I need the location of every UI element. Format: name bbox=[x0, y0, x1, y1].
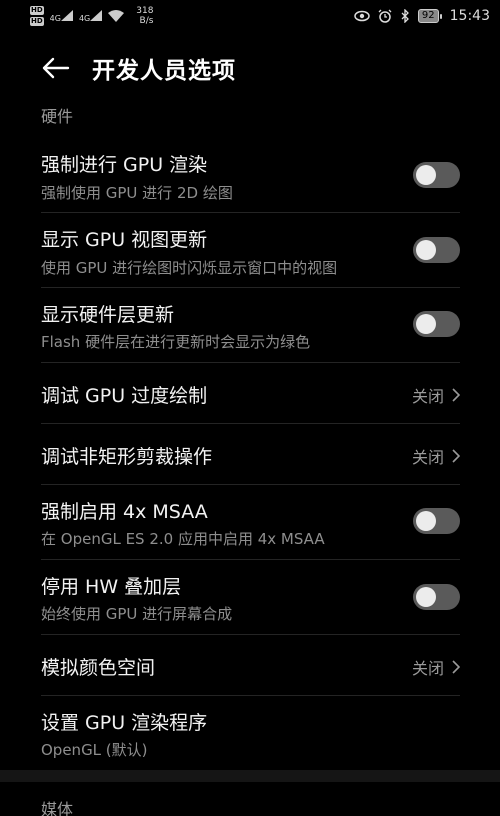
battery-level: 92 bbox=[417, 9, 439, 23]
setting-title: 显示硬件层更新 bbox=[41, 304, 175, 326]
network-speed: 318 B/s bbox=[136, 6, 153, 26]
toggle-switch[interactable] bbox=[413, 162, 460, 188]
signal2-icon: 4G bbox=[78, 9, 103, 23]
section-header-media: 媒体 bbox=[41, 800, 74, 816]
status-bar: HD HD 4G 4G 318 B/s 92 15:43 bbox=[0, 0, 500, 32]
setting-subtitle: OpenGL (默认) bbox=[41, 741, 148, 759]
setting-title: 调试 GPU 过度绘制 bbox=[41, 385, 208, 407]
sim1-hd-icon: HD bbox=[30, 6, 44, 15]
setting-disable-hw-overlay[interactable]: 停用 HW 叠加层 始终使用 GPU 进行屏幕合成 bbox=[0, 560, 500, 635]
setting-show-gpu-view-updates[interactable]: 显示 GPU 视图更新 使用 GPU 进行绘图时闪烁显示窗口中的视图 bbox=[0, 213, 500, 288]
eye-comfort-icon bbox=[354, 10, 370, 22]
setting-show-hw-layer-updates[interactable]: 显示硬件层更新 Flash 硬件层在进行更新时会显示为绿色 bbox=[0, 288, 500, 363]
setting-subtitle: 使用 GPU 进行绘图时闪烁显示窗口中的视图 bbox=[41, 259, 338, 277]
toggle-knob bbox=[416, 314, 436, 334]
toggle-switch[interactable] bbox=[413, 311, 460, 337]
section-separator bbox=[0, 770, 500, 782]
chevron-right-icon bbox=[452, 660, 460, 674]
toggle-knob bbox=[416, 511, 436, 531]
setting-title: 强制启用 4x MSAA bbox=[41, 501, 208, 523]
setting-title: 停用 HW 叠加层 bbox=[41, 576, 182, 598]
network-speed-unit: B/s bbox=[139, 16, 154, 26]
setting-value[interactable]: 关闭 bbox=[412, 383, 460, 407]
setting-subtitle: 在 OpenGL ES 2.0 应用中启用 4x MSAA bbox=[41, 530, 325, 548]
setting-value-label: 关闭 bbox=[411, 387, 444, 406]
setting-subtitle: 强制使用 GPU 进行 2D 绘图 bbox=[41, 184, 233, 202]
bluetooth-icon bbox=[401, 9, 409, 23]
app-header: 开发人员选项 bbox=[0, 48, 500, 88]
wifi-icon bbox=[108, 10, 125, 22]
section-header-hardware: 硬件 bbox=[41, 107, 74, 126]
setting-force-4x-msaa[interactable]: 强制启用 4x MSAA 在 OpenGL ES 2.0 应用中启用 4x MS… bbox=[0, 485, 500, 560]
setting-title: 显示 GPU 视图更新 bbox=[41, 229, 208, 251]
setting-value-label: 关闭 bbox=[411, 659, 444, 678]
chevron-right-icon bbox=[452, 388, 460, 402]
battery-tip bbox=[439, 13, 442, 19]
setting-value[interactable]: 关闭 bbox=[412, 444, 460, 468]
toggle-switch[interactable] bbox=[413, 237, 460, 263]
page-title: 开发人员选项 bbox=[92, 58, 236, 84]
setting-gpu-renderer[interactable]: 设置 GPU 渲染程序 OpenGL (默认) bbox=[0, 696, 500, 768]
alarm-icon bbox=[378, 9, 392, 23]
toggle-switch[interactable] bbox=[413, 508, 460, 534]
setting-subtitle: Flash 硬件层在进行更新时会显示为绿色 bbox=[41, 333, 311, 351]
toggle-knob bbox=[416, 587, 436, 607]
clock: 15:43 bbox=[449, 8, 490, 24]
setting-title: 模拟颜色空间 bbox=[41, 657, 156, 679]
back-arrow-icon[interactable] bbox=[40, 56, 70, 80]
signal2-label: 4G bbox=[78, 13, 91, 23]
setting-value-label: 关闭 bbox=[411, 448, 444, 467]
setting-force-gpu-render[interactable]: 强制进行 GPU 渲染 强制使用 GPU 进行 2D 绘图 bbox=[0, 140, 500, 213]
setting-subtitle: 始终使用 GPU 进行屏幕合成 bbox=[41, 605, 233, 623]
toggle-switch[interactable] bbox=[413, 584, 460, 610]
setting-value[interactable]: 关闭 bbox=[412, 655, 460, 679]
toggle-knob bbox=[416, 240, 436, 260]
setting-title: 强制进行 GPU 渲染 bbox=[41, 154, 208, 176]
sim2-hd-icon: HD bbox=[30, 17, 44, 26]
status-right: 92 15:43 bbox=[354, 8, 490, 24]
signal1-icon: 4G bbox=[49, 9, 73, 23]
setting-debug-gpu-overdraw[interactable]: 调试 GPU 过度绘制 关闭 bbox=[0, 363, 500, 424]
toggle-knob bbox=[416, 165, 436, 185]
setting-title: 调试非矩形剪裁操作 bbox=[41, 446, 213, 468]
chevron-right-icon bbox=[452, 449, 460, 463]
setting-title: 设置 GPU 渲染程序 bbox=[41, 712, 208, 734]
setting-debug-non-rect-clip[interactable]: 调试非矩形剪裁操作 关闭 bbox=[0, 424, 500, 485]
signal1-label: 4G bbox=[49, 13, 61, 23]
sim-indicators: HD HD bbox=[30, 5, 44, 27]
network-speed-value: 318 bbox=[136, 6, 154, 16]
battery-icon: 92 bbox=[417, 9, 442, 23]
status-left: HD HD 4G 4G 318 B/s bbox=[30, 5, 153, 27]
setting-simulate-color-space[interactable]: 模拟颜色空间 关闭 bbox=[0, 635, 500, 696]
